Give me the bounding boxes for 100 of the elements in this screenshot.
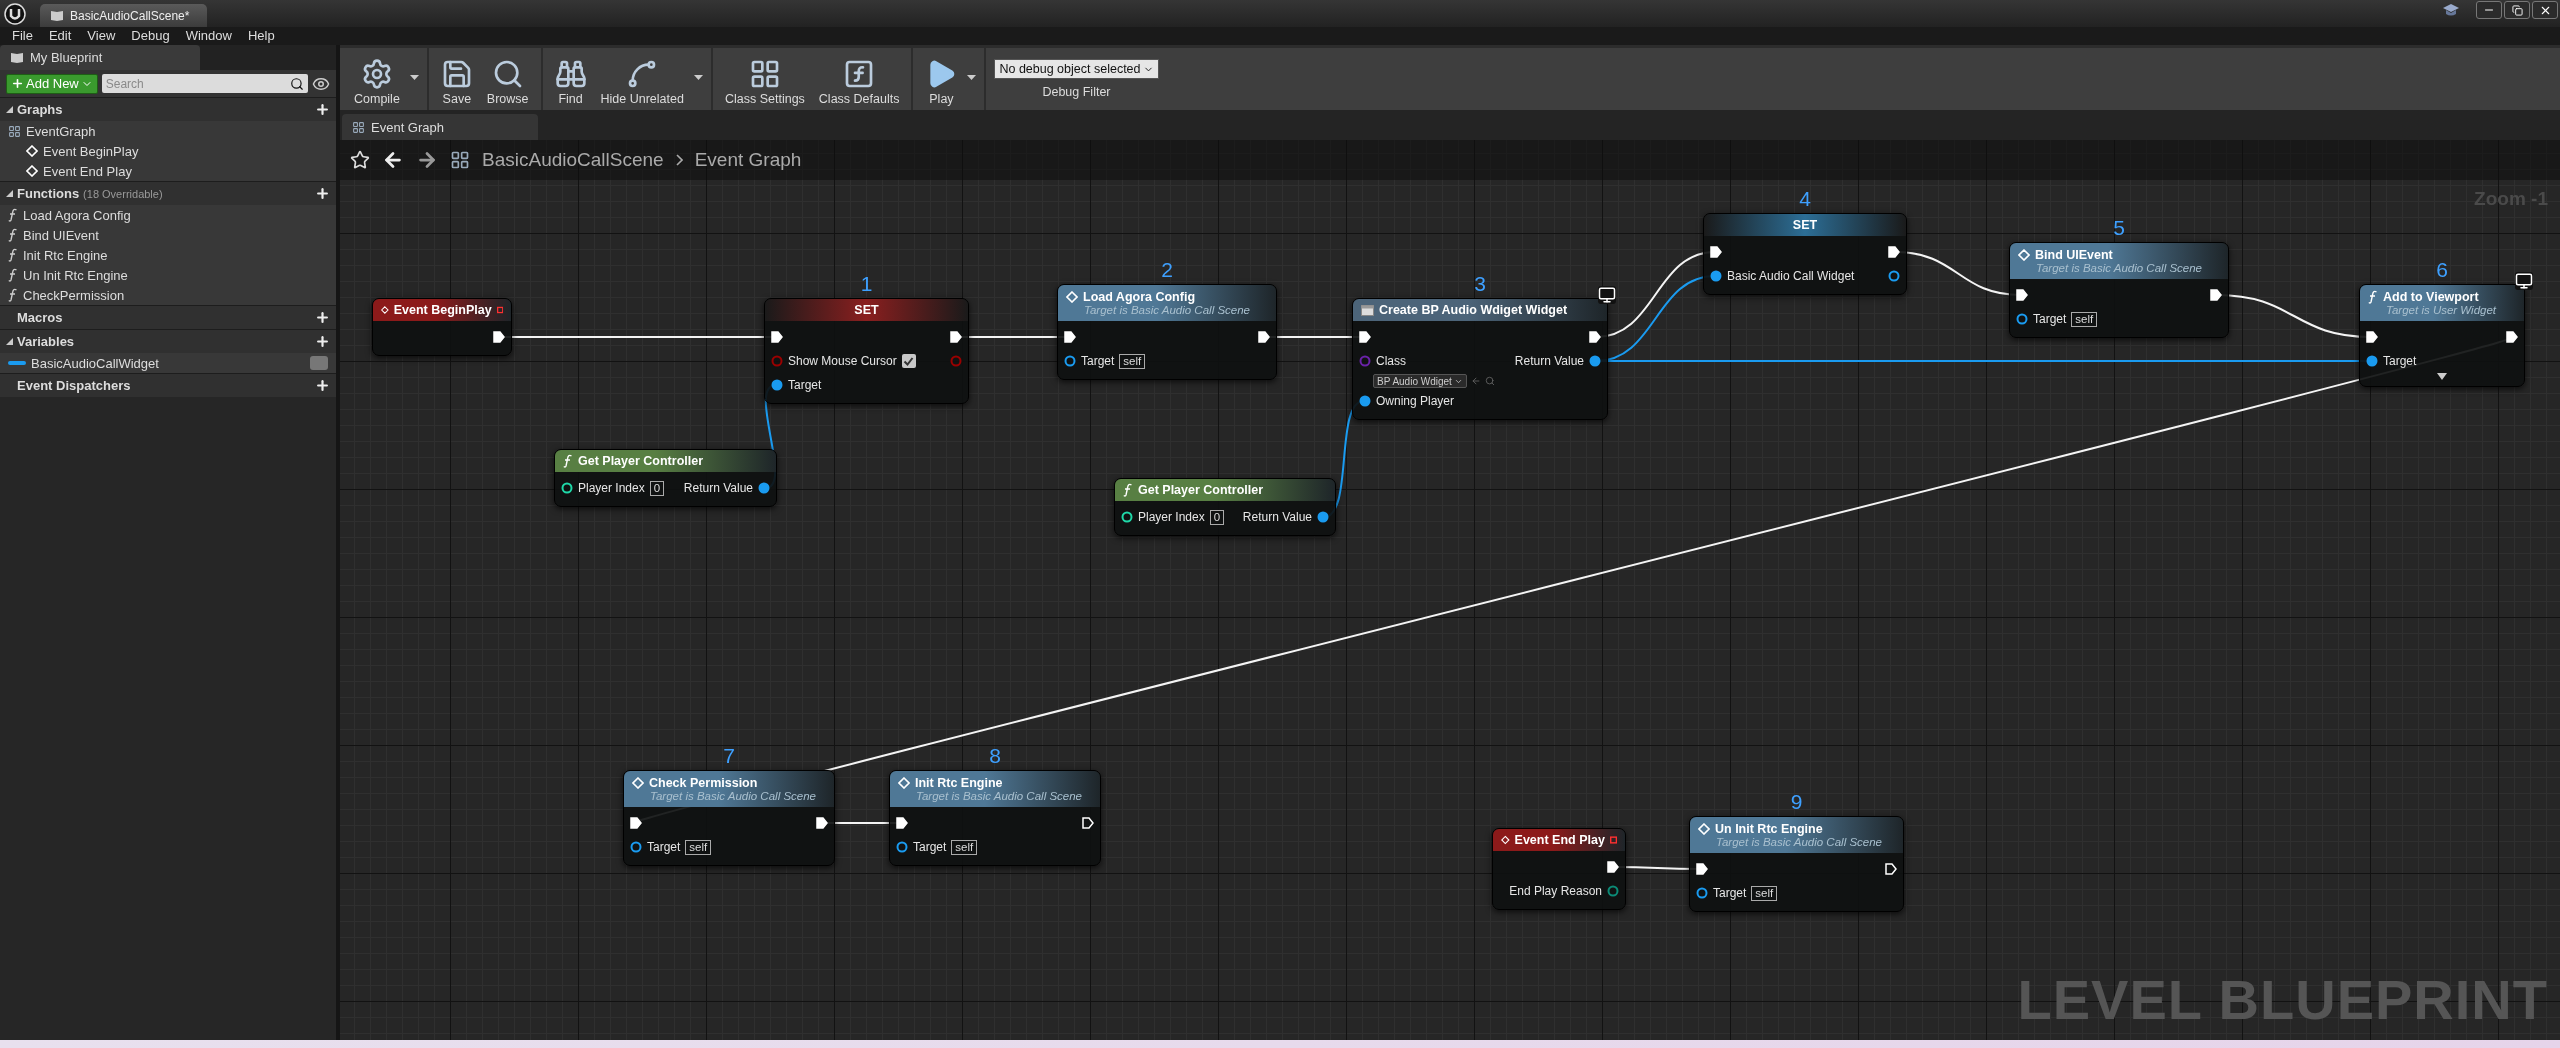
graph-node[interactable]: SET Show Mouse Cursor Target — [764, 298, 969, 404]
pin-value-field[interactable]: self — [1751, 885, 1778, 901]
minimize-button[interactable] — [2476, 1, 2502, 19]
pin-value-field[interactable]: 0 — [1209, 509, 1225, 525]
exec-pin-icon[interactable] — [493, 331, 505, 343]
data-pin-icon[interactable] — [561, 482, 573, 494]
data-pin-icon[interactable] — [1589, 355, 1601, 367]
graph-node[interactable]: Get Player Controller Player Index 0 Return Value — [1114, 478, 1336, 536]
data-pin-icon[interactable] — [1317, 511, 1329, 523]
tree-item[interactable]: Un Init Rtc Engine — [0, 265, 336, 285]
exec-pin-icon[interactable] — [2366, 331, 2378, 343]
graph-tab[interactable]: Event Graph — [342, 114, 538, 140]
exec-pin-icon[interactable] — [896, 817, 908, 829]
toolbar-button[interactable]: Play — [921, 58, 962, 106]
toolbar-button[interactable]: Hide Unrelated — [596, 58, 688, 106]
tree-item[interactable]: Event End Play — [0, 161, 336, 181]
search-field[interactable]: Search — [101, 74, 308, 93]
data-pin-icon[interactable] — [2366, 355, 2378, 367]
add-icon[interactable] — [315, 310, 330, 325]
tree-item[interactable]: Event BeginPlay — [0, 141, 336, 161]
exec-pin-icon[interactable] — [816, 817, 828, 829]
toolbar-button[interactable]: Class Settings — [720, 58, 809, 106]
tree-item[interactable]: EventGraph — [0, 121, 336, 141]
section-header[interactable]: Event Dispatchers — [0, 373, 336, 397]
exec-pin-icon[interactable] — [1258, 331, 1270, 343]
back-icon[interactable] — [382, 149, 404, 171]
pin-value-field[interactable]: self — [685, 839, 712, 855]
forward-icon[interactable] — [416, 149, 438, 171]
expand-arrow-icon[interactable] — [2437, 373, 2447, 380]
exec-pin-icon[interactable] — [2016, 289, 2028, 301]
add-icon[interactable] — [315, 102, 330, 117]
tree-item[interactable]: BasicAudioCallWidget — [0, 353, 336, 373]
toolbar-button[interactable]: Class Defaults — [814, 58, 904, 106]
data-pin-icon[interactable] — [1710, 270, 1722, 282]
exec-pin-icon[interactable] — [950, 331, 962, 343]
restore-button[interactable] — [2504, 1, 2530, 19]
favorite-icon[interactable] — [350, 150, 370, 170]
add-new-button[interactable]: Add New — [6, 73, 98, 94]
exec-pin-icon[interactable] — [630, 817, 642, 829]
exec-pin-icon[interactable] — [1064, 331, 1076, 343]
data-pin-icon[interactable] — [2016, 313, 2028, 325]
section-header[interactable]: Graphs — [0, 97, 336, 121]
exec-pin-icon[interactable] — [2210, 289, 2222, 301]
exec-pin-icon[interactable] — [2506, 331, 2518, 343]
exec-pin-icon[interactable] — [1888, 246, 1900, 258]
breadcrumb-item[interactable]: BasicAudioCallScene — [482, 149, 664, 171]
exec-pin-icon[interactable] — [1885, 863, 1897, 875]
menu-item[interactable]: Window — [177, 27, 240, 45]
breadcrumb-item[interactable]: Event Graph — [694, 149, 802, 171]
use-asset-icon[interactable] — [1470, 376, 1481, 386]
tree-item[interactable]: CheckPermission — [0, 285, 336, 305]
caret-icon[interactable] — [409, 74, 419, 80]
graph-node[interactable]: Check Permission Target is Basic Audio Call Scene Target self — [623, 770, 835, 866]
add-icon[interactable] — [315, 378, 330, 393]
pin-value-field[interactable]: self — [2071, 311, 2098, 327]
graph-node[interactable]: Bind UIEvent Target is Basic Audio Call Scene Target self — [2009, 242, 2229, 338]
toolbar-button[interactable]: Find — [550, 58, 591, 106]
data-pin-icon[interactable] — [630, 841, 642, 853]
toolbar-button[interactable]: Compile — [350, 58, 404, 106]
menu-item[interactable]: Help — [239, 27, 283, 45]
pin-value-field[interactable]: 0 — [649, 480, 665, 496]
panel-tab[interactable]: My Blueprint — [0, 45, 200, 70]
pin-value-field[interactable]: self — [951, 839, 978, 855]
debug-object-dropdown[interactable]: No debug object selected — [994, 59, 1159, 79]
tree-item[interactable]: Init Rtc Engine — [0, 245, 336, 265]
toolbar-button[interactable]: Browse — [482, 58, 533, 106]
data-pin-icon[interactable] — [1607, 885, 1619, 897]
checkbox[interactable] — [901, 354, 916, 368]
graph-node[interactable]: Init Rtc Engine Target is Basic Audio Call Scene Target self — [889, 770, 1101, 866]
exec-pin-icon[interactable] — [1710, 246, 1722, 258]
exec-pin-icon[interactable] — [1359, 331, 1371, 343]
exec-pin-icon[interactable] — [1082, 817, 1094, 829]
tree-item[interactable]: Bind UIEvent — [0, 225, 336, 245]
toolbar-button[interactable]: Save — [436, 58, 477, 106]
data-pin-icon[interactable] — [1121, 511, 1133, 523]
graph-node[interactable]: Un Init Rtc Engine Target is Basic Audio Call Scene Target self — [1689, 816, 1904, 912]
graph-node[interactable]: Add to Viewport Target is User Widget Target — [2359, 284, 2525, 387]
close-button[interactable] — [2532, 1, 2558, 19]
graph-node[interactable]: Event End Play End Play Reason — [1492, 828, 1626, 910]
graph-node[interactable]: Event BeginPlay — [372, 298, 512, 356]
add-icon[interactable] — [315, 334, 330, 349]
document-tab[interactable]: BasicAudioCallScene* — [40, 4, 208, 27]
graph-canvas[interactable] — [340, 140, 2560, 1040]
data-pin-icon[interactable] — [1359, 395, 1371, 407]
data-pin-icon[interactable] — [771, 379, 783, 391]
graph-node[interactable]: Create BP Audio Wdiget Widget Class BP Audio Wdiget Return Value Owning Player — [1352, 298, 1608, 420]
section-header[interactable]: Functions (18 Overridable) — [0, 181, 336, 205]
caret-icon[interactable] — [967, 74, 977, 80]
exec-pin-icon[interactable] — [771, 331, 783, 343]
search-icon[interactable] — [1484, 376, 1495, 386]
menu-item[interactable]: Edit — [40, 27, 80, 45]
data-pin-icon[interactable] — [1064, 355, 1076, 367]
expanded-triangle-icon[interactable] — [6, 106, 13, 113]
logo-icon[interactable] — [4, 3, 26, 25]
section-header[interactable]: Variables — [0, 329, 336, 353]
menu-item[interactable]: File — [4, 27, 41, 45]
exec-pin-icon[interactable] — [1696, 863, 1708, 875]
graph-node[interactable]: SET Basic Audio Call Widget — [1703, 213, 1907, 295]
graph-node[interactable]: Get Player Controller Player Index 0 Return Value — [554, 449, 777, 507]
caret-icon[interactable] — [693, 74, 703, 80]
